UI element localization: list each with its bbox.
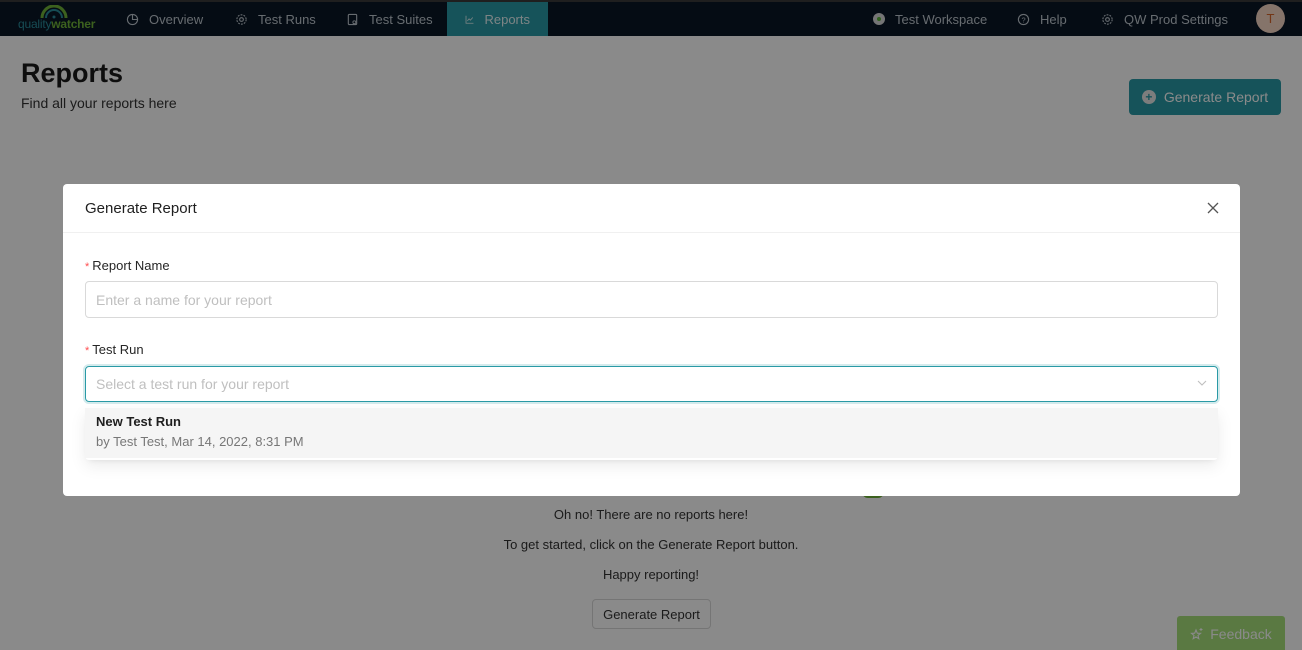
chevron-down-icon — [1197, 380, 1207, 386]
test-run-label: * Test Run — [85, 342, 144, 357]
option-title: New Test Run — [96, 414, 181, 429]
test-run-select[interactable]: Select a test run for your report — [85, 366, 1218, 402]
required-asterisk: * — [85, 345, 90, 357]
report-name-label: * Report Name — [85, 258, 170, 273]
test-run-dropdown: New Test Run by Test Test, Mar 14, 2022,… — [85, 408, 1218, 460]
option-subtitle: by Test Test, Mar 14, 2022, 8:31 PM — [96, 434, 304, 449]
test-run-placeholder: Select a test run for your report — [96, 376, 289, 392]
required-asterisk: * — [85, 261, 90, 273]
report-name-label-text: Report Name — [92, 258, 170, 273]
close-icon[interactable] — [1206, 201, 1220, 215]
generate-report-modal: Generate Report *Report Name *Test Run S… — [63, 184, 1240, 496]
modal-title: Generate Report — [85, 199, 197, 217]
test-run-option[interactable]: New Test Run by Test Test, Mar 14, 2022,… — [85, 408, 1218, 458]
report-name-input[interactable] — [85, 281, 1218, 318]
test-run-label-text: Test Run — [92, 342, 144, 357]
modal-header: Generate Report — [63, 184, 1240, 233]
